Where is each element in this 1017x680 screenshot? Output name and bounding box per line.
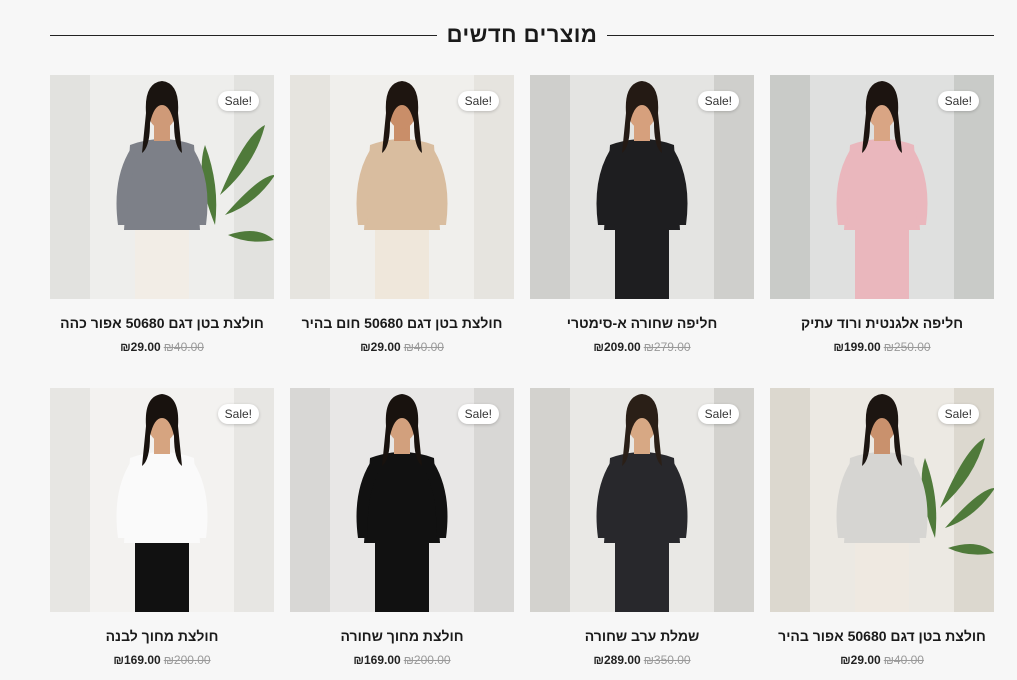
sale-price: ₪29.00 [360,340,401,354]
original-price: ₪250.00 [883,340,931,354]
original-price: ₪279.00 [643,340,691,354]
product-card[interactable]: Sale! חולצת מחוך שחורה ₪169.00 ₪200.00 [290,388,514,680]
product-image[interactable]: Sale! [530,388,754,612]
product-title[interactable]: חולצת מחוך לבנה [106,628,219,644]
product-price: ₪29.00 ₪40.00 [840,653,924,667]
sale-price: ₪199.00 [833,340,881,354]
sale-badge: Sale! [937,404,979,424]
product-card[interactable]: Sale! חולצת מחוך לבנה ₪169.00 ₪200.00 [50,388,274,680]
product-title[interactable]: חולצת בטן דגם 50680 אפור בהיר [778,628,986,644]
original-price: ₪40.00 [403,340,444,354]
sale-price: ₪29.00 [120,340,161,354]
product-image[interactable]: Sale! [770,388,994,612]
sale-badge: Sale! [937,91,979,111]
product-title[interactable]: שמלת ערב שחורה [585,628,700,644]
product-image[interactable]: Sale! [50,388,274,612]
sale-badge: Sale! [697,91,739,111]
sale-price: ₪289.00 [593,653,641,667]
section-title: מוצרים חדשים [446,22,598,47]
sale-badge: Sale! [457,91,499,111]
sale-price: ₪169.00 [353,653,401,667]
header-divider [607,34,994,36]
product-card[interactable]: Sale! חולצת בטן דגם 50680 חום בהיר ₪29.0… [290,75,514,388]
original-price: ₪200.00 [403,653,451,667]
product-price: ₪289.00 ₪350.00 [593,653,690,667]
product-card[interactable]: Sale! שמלת ערב שחורה ₪289.00 ₪350.00 [530,388,754,680]
section-header: מוצרים חדשים [50,20,994,50]
product-price: ₪199.00 ₪250.00 [833,340,930,354]
product-title[interactable]: חליפה אלגנטית ורוד עתיק [801,315,963,331]
product-price: ₪29.00 ₪40.00 [120,340,204,354]
product-image[interactable]: Sale! [290,75,514,299]
sale-badge: Sale! [217,91,259,111]
product-image[interactable]: Sale! [290,388,514,612]
product-image[interactable]: Sale! [770,75,994,299]
original-price: ₪350.00 [643,653,691,667]
sale-price: ₪209.00 [593,340,641,354]
product-price: ₪29.00 ₪40.00 [360,340,444,354]
product-card[interactable]: Sale! חולצת בטן דגם 50680 אפור בהיר ₪29.… [770,388,994,680]
product-card[interactable]: Sale! חליפה אלגנטית ורוד עתיק ₪199.00 ₪2… [770,75,994,388]
products-grid: Sale! חליפה אלגנטית ורוד עתיק ₪199.00 ₪2… [50,75,994,680]
sale-badge: Sale! [697,404,739,424]
sale-price: ₪29.00 [840,653,881,667]
product-price: ₪169.00 ₪200.00 [353,653,450,667]
product-title[interactable]: חולצת מחוך שחורה [340,628,463,644]
product-title[interactable]: חליפה שחורה א-סימטרי [567,315,718,331]
product-title[interactable]: חולצת בטן דגם 50680 אפור כהה [60,315,264,331]
sale-price: ₪169.00 [113,653,161,667]
product-image[interactable]: Sale! [530,75,754,299]
product-card[interactable]: Sale! חליפה שחורה א-סימטרי ₪209.00 ₪279.… [530,75,754,388]
original-price: ₪40.00 [883,653,924,667]
sale-badge: Sale! [217,404,259,424]
product-price: ₪209.00 ₪279.00 [593,340,690,354]
original-price: ₪200.00 [163,653,211,667]
original-price: ₪40.00 [163,340,204,354]
sale-badge: Sale! [457,404,499,424]
product-image[interactable]: Sale! [50,75,274,299]
product-title[interactable]: חולצת בטן דגם 50680 חום בהיר [302,315,503,331]
product-price: ₪169.00 ₪200.00 [113,653,210,667]
header-divider [50,34,437,36]
product-card[interactable]: Sale! חולצת בטן דגם 50680 אפור כהה ₪29.0… [50,75,274,388]
